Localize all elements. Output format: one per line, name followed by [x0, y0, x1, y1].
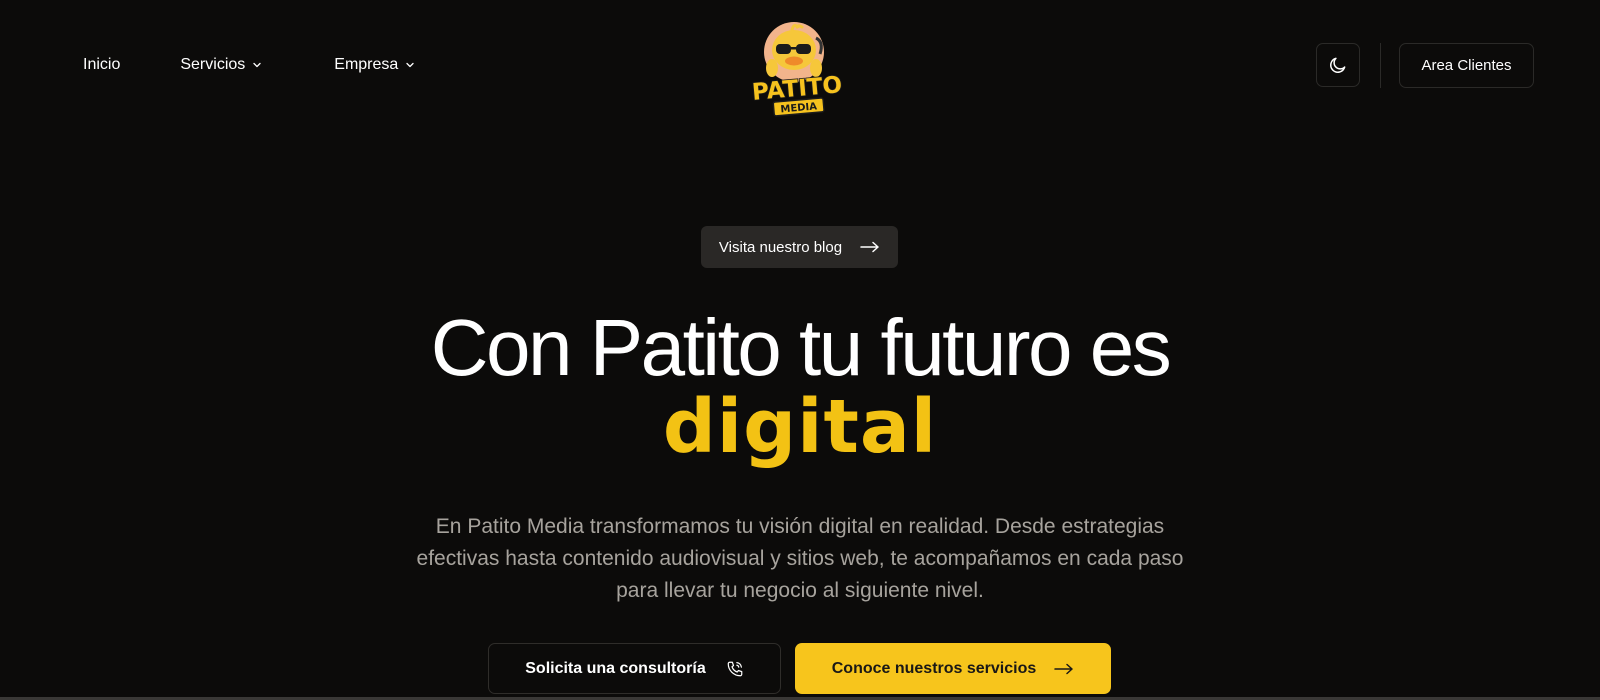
- header-divider: [1380, 43, 1381, 88]
- view-services-label: Conoce nuestros servicios: [831, 659, 1037, 677]
- phone-call-icon: [727, 661, 743, 676]
- request-consultation-button[interactable]: Solicita una consultoría: [488, 643, 781, 694]
- arrow-right-icon: [1054, 663, 1073, 674]
- nav-inicio-label: Inicio: [83, 56, 121, 73]
- chevron-down-icon: [253, 62, 261, 68]
- nav-servicios-dropdown[interactable]: Servicios: [180, 56, 262, 74]
- nav-empresa-dropdown[interactable]: Empresa: [334, 56, 415, 74]
- chevron-down-icon: [406, 62, 414, 68]
- theme-toggle-button[interactable]: [1316, 43, 1360, 87]
- page: Inicio Servicios Empresa PATITO MEDIA Ar…: [0, 0, 1600, 700]
- hero-intro-text: En Patito Media transformamos tu visión …: [416, 515, 1184, 602]
- area-clientes-label: Area Clientes: [1421, 57, 1512, 74]
- arrow-right-icon: [860, 241, 879, 253]
- nav-empresa-label: Empresa: [334, 56, 399, 73]
- nav-servicios-label: Servicios: [180, 56, 246, 73]
- visit-blog-link[interactable]: Visita nuestro blog: [701, 226, 898, 268]
- main-nav: Inicio Servicios Empresa: [83, 52, 415, 78]
- nav-inicio-link[interactable]: Inicio: [83, 56, 120, 74]
- view-services-button[interactable]: Conoce nuestros servicios: [795, 643, 1111, 694]
- patito-media-logo[interactable]: PATITO MEDIA: [742, 16, 852, 120]
- request-consultation-label: Solicita una consultoría: [525, 659, 706, 677]
- moon-icon: [1330, 57, 1346, 73]
- hero-headline-accent: digital: [662, 384, 938, 470]
- area-clientes-button[interactable]: Area Clientes: [1399, 43, 1534, 88]
- visit-blog-label: Visita nuestro blog: [718, 238, 843, 256]
- hero-headline: Con Patito tu futuro es: [430, 303, 1172, 392]
